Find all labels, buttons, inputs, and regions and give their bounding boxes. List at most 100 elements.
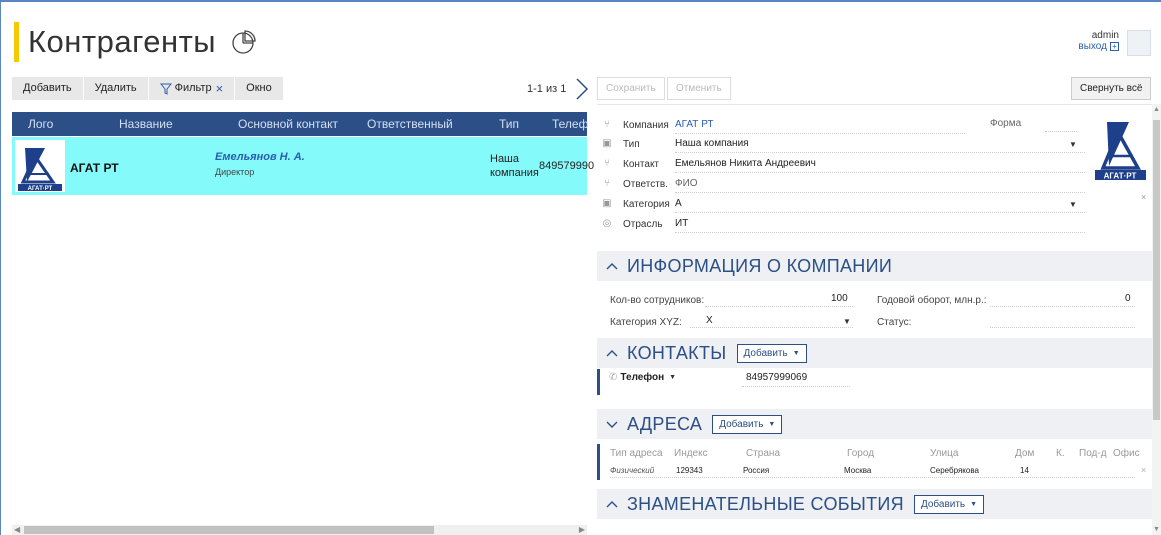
employees-value: 100 xyxy=(831,293,848,304)
xyz-dropdown-icon[interactable]: ▼ xyxy=(843,317,851,326)
phone-type-select[interactable]: ✆ Телефон ▼ xyxy=(609,372,676,383)
next-page-icon[interactable] xyxy=(575,78,589,100)
briefcase-icon: ▣ xyxy=(602,138,612,149)
user-name: admin xyxy=(1091,30,1119,41)
dropdown-icon: ▼ xyxy=(970,500,978,508)
collapse-all-button[interactable]: Свернуть всё xyxy=(1071,77,1152,100)
org-icon: ⑂ xyxy=(604,119,610,130)
scroll-down-icon[interactable]: ▼ xyxy=(1153,526,1160,533)
form-label: Форма xyxy=(990,118,1022,129)
delete-button[interactable]: Удалить xyxy=(83,77,149,100)
add-button[interactable]: Добавить xyxy=(12,77,84,100)
window-button[interactable]: Окно xyxy=(235,77,284,100)
scroll-thumb[interactable] xyxy=(1153,120,1160,420)
add-contact-button[interactable]: Добавить ▼ xyxy=(736,343,807,363)
chevron-down-icon xyxy=(606,421,618,428)
field-responsible: ⑂ Ответств. ФИО xyxy=(601,175,1085,193)
remove-logo-icon[interactable]: × xyxy=(1141,192,1146,202)
status-input[interactable] xyxy=(990,327,1135,328)
scroll-thumb[interactable] xyxy=(24,526,434,534)
dropdown-icon: ▼ xyxy=(792,349,800,357)
addr-type-value[interactable]: Физический xyxy=(610,466,654,475)
col-logo[interactable]: Лого xyxy=(28,117,53,131)
phone-input[interactable]: 84957999069 xyxy=(746,372,807,383)
xyz-select[interactable] xyxy=(690,327,853,328)
section-title: ЗНАМЕНАТЕЛЬНЫЕ СОБЫТИЯ xyxy=(627,493,904,514)
filter-clear-icon[interactable]: × xyxy=(216,77,224,100)
col-type[interactable]: Тип xyxy=(499,117,519,131)
title-accent xyxy=(14,22,19,62)
phone-icon: ✆ xyxy=(609,372,618,383)
row-contact-role: Директор xyxy=(215,167,255,177)
col-main-contact[interactable]: Основной контакт xyxy=(238,117,338,131)
addr-city-value[interactable]: Москва xyxy=(844,466,871,475)
category-select[interactable]: А xyxy=(675,195,1085,213)
cancel-button[interactable]: Отменить xyxy=(667,77,731,100)
addr-house-value[interactable]: 14 xyxy=(1020,466,1029,475)
scroll-right-icon[interactable]: ▶ xyxy=(579,525,585,534)
addr-col-country: Страна xyxy=(746,448,781,459)
turnover-input[interactable] xyxy=(990,306,1135,307)
contact-input[interactable]: Емельянов Никита Андреевич xyxy=(675,155,1085,173)
col-responsible[interactable]: Ответственный xyxy=(367,117,453,131)
addr-country-value[interactable]: Россия xyxy=(743,466,769,475)
type-select[interactable]: Наша компания xyxy=(675,135,1085,153)
chevron-up-icon xyxy=(606,263,618,270)
save-button[interactable]: Сохранить xyxy=(597,77,665,100)
pager-text: 1-1 из 1 xyxy=(527,83,567,95)
addr-col-street: Улица xyxy=(930,448,959,459)
scroll-up-icon[interactable]: ▲ xyxy=(1153,106,1160,113)
category-dropdown-icon[interactable]: ▼ xyxy=(1069,200,1077,209)
section-title: КОНТАКТЫ xyxy=(627,342,727,363)
company-logo-large[interactable]: АГАТ·РТ xyxy=(1093,112,1148,184)
add-address-button[interactable]: Добавить ▼ xyxy=(712,414,783,434)
col-name[interactable]: Название xyxy=(119,117,173,131)
table-row[interactable]: АГАТ·РТ АГАТ РТ Емельянов Н. А. Директор… xyxy=(12,137,594,195)
horizontal-scrollbar[interactable]: ◀ ▶ xyxy=(12,525,587,535)
addr-index-value[interactable]: 129343 xyxy=(676,466,703,475)
page-header: Контрагенты xyxy=(14,20,256,64)
page-title: Контрагенты xyxy=(28,24,217,59)
industry-input[interactable]: ИТ xyxy=(675,215,1085,233)
field-category: ▣ Категория А xyxy=(601,195,1085,213)
chevron-up-icon xyxy=(606,350,618,357)
dropdown-icon: ▼ xyxy=(669,374,677,381)
vertical-scrollbar[interactable]: ▲ ▼ xyxy=(1152,104,1161,535)
org-icon: ⑂ xyxy=(604,158,610,169)
field-company: ⑂ Компания АГАТ РТ xyxy=(601,116,965,134)
responsible-input[interactable]: ФИО xyxy=(675,175,1085,193)
phone-input-underline xyxy=(742,386,850,387)
remove-address-icon[interactable]: × xyxy=(1141,465,1146,475)
logout-link[interactable]: выход + xyxy=(1078,41,1119,52)
form-input[interactable] xyxy=(1045,131,1077,132)
logout-icon: + xyxy=(1110,42,1119,51)
section-contacts[interactable]: КОНТАКТЫ Добавить ▼ xyxy=(597,338,1152,368)
row-company-name: АГАТ РТ xyxy=(70,161,119,175)
table-header: Лого Название Основной контакт Ответстве… xyxy=(12,112,588,136)
turnover-label: Годовой оборот, млн.р.: xyxy=(877,295,987,306)
status-label: Статус: xyxy=(877,317,912,328)
addr-col-house: Дом xyxy=(1015,448,1035,459)
pie-chart-icon[interactable] xyxy=(230,29,256,55)
section-events[interactable]: ЗНАМЕНАТЕЛЬНЫЕ СОБЫТИЯ Добавить ▼ xyxy=(597,489,1152,519)
xyz-value: X xyxy=(706,315,713,326)
industry-icon: ◎ xyxy=(602,218,612,229)
type-dropdown-icon[interactable]: ▼ xyxy=(1069,140,1077,149)
company-input[interactable]: АГАТ РТ xyxy=(675,116,965,134)
filter-button[interactable]: Фильтр × xyxy=(148,77,236,100)
panel-divider xyxy=(597,104,1152,105)
section-company-info[interactable]: ИНФОРМАЦИЯ О КОМПАНИИ xyxy=(597,251,1152,281)
field-industry: ◎ Отрасль ИТ xyxy=(601,215,1085,233)
employees-input[interactable] xyxy=(705,306,853,307)
addr-col-index: Индекс xyxy=(674,448,708,459)
col-phone[interactable]: Телеф xyxy=(552,117,588,131)
add-event-button[interactable]: Добавить ▼ xyxy=(913,494,985,514)
employees-label: Кол-во сотрудников: xyxy=(610,295,705,306)
pager: 1-1 из 1 xyxy=(527,78,589,100)
addr-street-value[interactable]: Серебрякова xyxy=(930,466,979,475)
row-contact-link[interactable]: Емельянов Н. А. xyxy=(215,151,305,163)
scroll-left-icon[interactable]: ◀ xyxy=(14,525,20,534)
list-toolbar: Добавить Удалить Фильтр × Окно xyxy=(12,77,284,100)
section-addresses[interactable]: АДРЕСА Добавить ▼ xyxy=(597,409,1152,439)
avatar[interactable] xyxy=(1127,30,1151,56)
